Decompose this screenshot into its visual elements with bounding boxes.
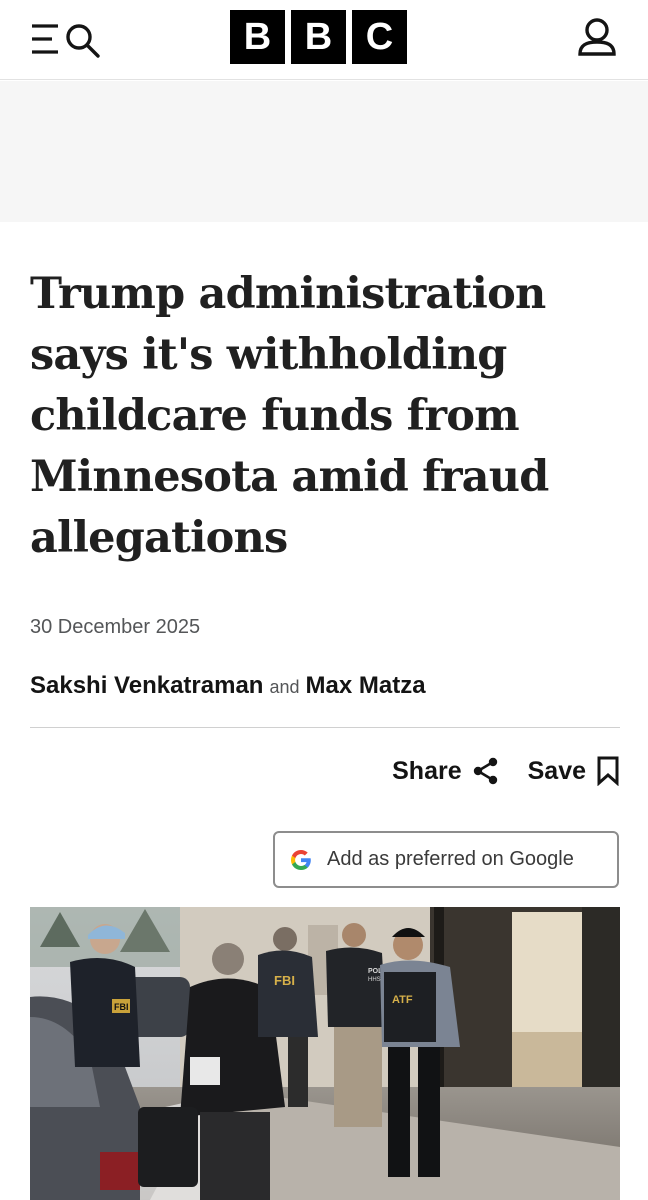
share-label: Share — [392, 756, 462, 785]
atf-vest-text: ATF — [392, 994, 413, 1006]
author-name[interactable]: Sakshi Venkatraman — [30, 672, 263, 699]
advert-placeholder — [0, 81, 648, 222]
byline-joiner: and — [269, 677, 300, 697]
menu-icon — [32, 24, 100, 58]
publish-date: 30 December 2025 — [30, 616, 201, 638]
fbi-jacket-text: FBI — [274, 973, 295, 988]
google-g-icon — [291, 849, 311, 870]
logo-letter: B — [291, 10, 346, 64]
add-preferred-google-button[interactable]: Add as preferred on Google — [273, 831, 619, 888]
save-button[interactable]: Save — [528, 756, 620, 786]
agents-raid-photo: FBI FBI POLICE HHS-OIG ATF — [30, 907, 620, 1200]
menu-search-button[interactable] — [28, 18, 108, 62]
account-icon — [578, 18, 616, 56]
article-photo: FBI FBI POLICE HHS-OIG ATF — [30, 907, 620, 1200]
logo-letter: C — [352, 10, 407, 64]
article-headline: Trump administration says it's withholdi… — [30, 269, 549, 563]
byline: Sakshi Venkatraman and Max Matza — [30, 672, 426, 700]
article-actions: Share Save — [392, 756, 620, 786]
share-icon — [473, 757, 497, 785]
share-button[interactable]: Share — [392, 757, 499, 786]
fbi-patch-text: FBI — [114, 1002, 129, 1012]
site-header: B B C — [0, 0, 648, 80]
account-button[interactable] — [574, 16, 622, 62]
divider — [30, 727, 620, 728]
bookmark-icon — [597, 756, 619, 786]
google-button-label: Add as preferred on Google — [327, 848, 574, 870]
author-name[interactable]: Max Matza — [306, 672, 426, 699]
search-icon — [66, 24, 100, 58]
bbc-logo[interactable]: B B C — [230, 10, 407, 64]
save-label: Save — [527, 756, 586, 785]
logo-letter: B — [230, 10, 285, 64]
